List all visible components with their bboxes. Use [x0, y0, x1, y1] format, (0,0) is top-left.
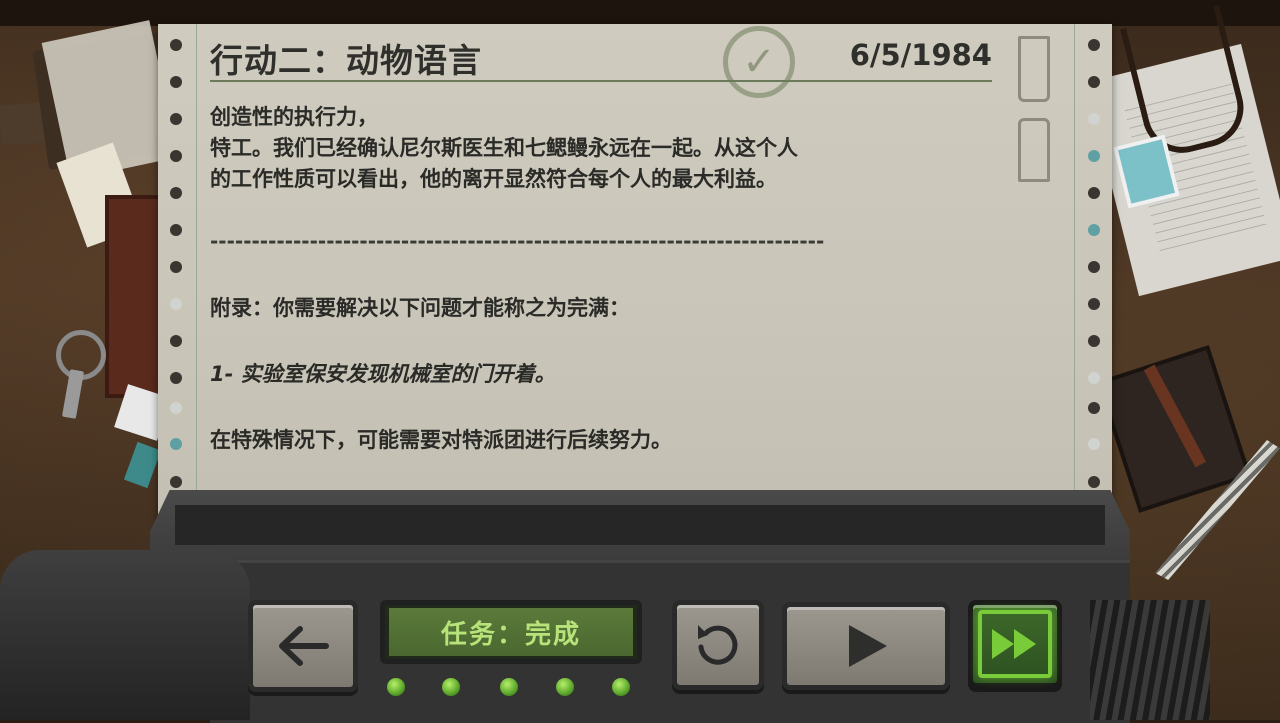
feed-hole: [1088, 261, 1100, 273]
feed-hole: [170, 150, 182, 162]
status-text: 任务：完成: [389, 608, 633, 656]
progress-led: [612, 678, 630, 696]
status-display: 任务：完成: [380, 600, 642, 664]
body-line: 创造性的执行力，: [210, 105, 378, 129]
appendix-heading: 附录：你需要解决以下问题才能称之为完满：: [210, 296, 630, 320]
completed-stamp-icon: ✓: [723, 26, 795, 98]
desk-edge: [0, 0, 1280, 26]
fast-forward-icon: [992, 629, 1036, 659]
feed-hole: [1088, 113, 1100, 125]
feed-hole: [170, 402, 182, 414]
appendix-item-1: 1- 实验室保安发现机械室的门开着。: [210, 362, 556, 386]
arrow-left-icon: [279, 626, 329, 666]
feed-hole: [1088, 476, 1100, 488]
play-button[interactable]: [782, 602, 950, 690]
feed-hole: [170, 438, 182, 450]
printer-slot: [175, 505, 1105, 545]
dossier-icon-bottom: [1018, 118, 1050, 182]
speaker-grille: [1090, 600, 1210, 720]
feed-hole: [170, 476, 182, 488]
feed-hole: [1088, 438, 1100, 450]
title-underline: [210, 80, 992, 82]
key: [61, 369, 85, 419]
progress-led: [387, 678, 405, 696]
body-line: 特工。我们已经确认尼尔斯医生和七鳃鳗永远在一起。从这个人: [210, 136, 798, 160]
margin-line-left: [196, 24, 197, 514]
play-icon: [849, 625, 887, 667]
feed-hole: [1088, 76, 1100, 88]
fast-forward-frame: [978, 610, 1052, 678]
feed-hole: [1088, 402, 1100, 414]
feed-hole: [1088, 372, 1100, 384]
feed-hole: [170, 39, 182, 51]
feed-hole: [170, 298, 182, 310]
body-line: 的工作性质可以看出，他的离开显然符合每个人的最大利益。: [210, 167, 777, 191]
mission-report-paper: 行动二：动物语言 ✓ 6/5/1984 创造性的执行力， 特工。我们已经确认尼尔…: [158, 24, 1112, 524]
progress-led: [500, 678, 518, 696]
feed-hole: [1088, 39, 1100, 51]
keys: [52, 330, 106, 420]
feed-hole: [1088, 150, 1100, 162]
back-button[interactable]: [248, 600, 358, 692]
mission-body: 创造性的执行力， 特工。我们已经确认尼尔斯医生和七鳃鳗永远在一起。从这个人 的工…: [210, 102, 970, 195]
restart-button[interactable]: [672, 600, 764, 690]
mission-date: 6/5/1984: [849, 38, 992, 72]
dossier-icon: [1016, 36, 1052, 182]
feed-hole: [1088, 335, 1100, 347]
fast-forward-button[interactable]: [968, 600, 1062, 688]
feed-hole: [170, 76, 182, 88]
mission-title: 行动二：动物语言: [210, 41, 482, 80]
dashed-separator: ----------------------------------------…: [210, 229, 825, 253]
feed-hole: [1088, 298, 1100, 310]
phone-handset: [0, 550, 250, 720]
feed-hole: [170, 187, 182, 199]
dossier-icon-top: [1018, 36, 1050, 102]
progress-led: [556, 678, 574, 696]
rotate-ccw-icon: [698, 625, 738, 665]
feed-hole: [170, 335, 182, 347]
followup-note: 在特殊情况下，可能需要对特派团进行后续努力。: [210, 428, 672, 452]
feed-hole: [1088, 187, 1100, 199]
feed-hole: [170, 224, 182, 236]
feed-hole: [170, 261, 182, 273]
margin-line-right: [1074, 24, 1075, 514]
feed-hole: [1088, 224, 1100, 236]
feed-hole: [170, 113, 182, 125]
progress-led: [442, 678, 460, 696]
feed-hole: [170, 372, 182, 384]
